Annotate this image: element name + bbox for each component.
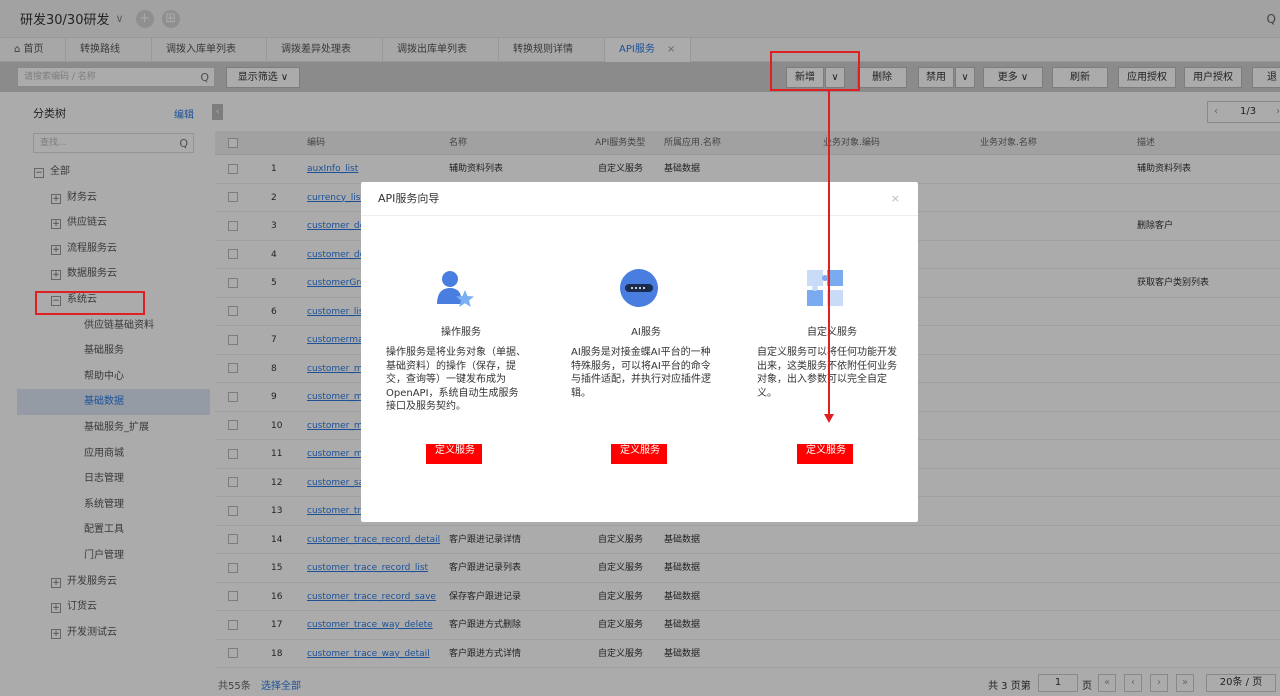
operation-service-title: 操作服务 (441, 327, 481, 338)
annotation-highlight-system (35, 291, 145, 315)
close-icon[interactable]: × (891, 192, 900, 205)
ai-chat-icon (620, 269, 658, 307)
user-star-icon (437, 271, 474, 307)
annotation-arrow-line (828, 91, 830, 416)
annotation-highlight-new (770, 51, 860, 91)
api-service-wizard-dialog: API服务向导 × 操作服务 操作服务是将业务对象（单据、基础资料）的操作（保存… (361, 182, 918, 522)
define-custom-service-button[interactable]: 定义服务 (797, 444, 853, 464)
operation-service-desc: 操作服务是将业务对象（单据、基础资料）的操作（保存，提交，查询等）一键发布成为O… (386, 347, 526, 412)
define-ai-service-button[interactable]: 定义服务 (611, 444, 667, 464)
ai-service-title: AI服务 (631, 327, 661, 338)
custom-service-desc: 自定义服务可以将任何功能开发出来，这类服务不依附任何业务对象，出入参数可以完全自… (757, 347, 897, 399)
puzzle-icon (807, 270, 843, 306)
custom-service-title: 自定义服务 (807, 327, 857, 338)
dialog-title: API服务向导 (361, 182, 918, 216)
define-operation-service-button[interactable]: 定义服务 (426, 444, 482, 464)
annotation-arrow-head (824, 414, 834, 423)
ai-service-desc: AI服务是对接金蝶AI平台的一种特殊服务，可以将AI平台的命令与插件适配，并执行… (571, 347, 711, 399)
